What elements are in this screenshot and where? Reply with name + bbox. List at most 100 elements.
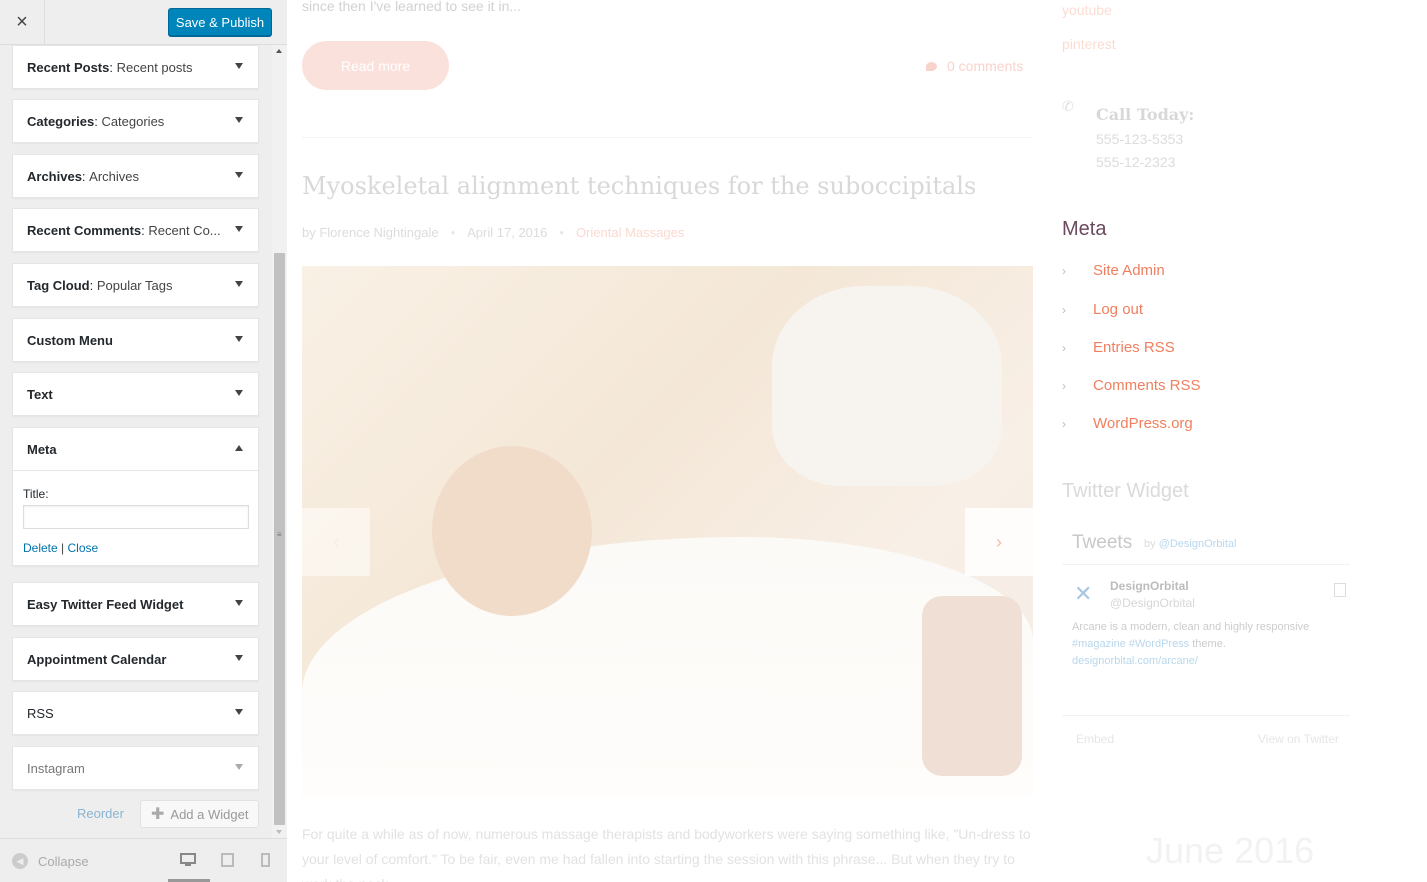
widget-rss[interactable]: RSS — [12, 691, 259, 735]
tweets-by: by @DesignOrbital — [1144, 538, 1237, 550]
widget-name: Instagram — [27, 760, 85, 776]
tweets-handle-link[interactable]: @DesignOrbital — [1159, 538, 1237, 550]
slider-next-icon[interactable]: › — [965, 508, 1033, 576]
chevron-right-icon: › — [1062, 340, 1066, 355]
widget-appointment-calendar[interactable]: Appointment Calendar — [12, 637, 259, 681]
close-link[interactable]: Close — [68, 541, 99, 555]
slider-prev-icon[interactable]: ‹ — [302, 508, 370, 576]
widget-text[interactable]: Text — [12, 372, 259, 416]
add-widget-label: Add a Widget — [170, 806, 249, 822]
tweet-author-name[interactable]: DesignOrbital — [1110, 579, 1189, 593]
meta-link-wordpress-org[interactable]: › WordPress.org — [1062, 415, 1193, 432]
tweet-card: ✕ DesignOrbital @DesignOrbital Arcane is… — [1062, 564, 1350, 716]
twitter-widget-heading: Twitter Widget — [1062, 480, 1189, 502]
twitter-timeline: Tweets by @DesignOrbital ✕ DesignOrbital… — [1062, 520, 1350, 750]
comments-link[interactable]: 0 comments — [926, 58, 1023, 74]
widget-tag-cloud[interactable]: Tag Cloud: Popular Tags — [12, 263, 259, 307]
scroll-down-arrow-icon[interactable] — [276, 830, 282, 834]
widget-custom-menu[interactable]: Custom Menu — [12, 318, 259, 362]
meta-link-site-admin[interactable]: › Site Admin — [1062, 262, 1165, 279]
widget-categories[interactable]: Categories: Categories — [12, 99, 259, 143]
separator: | — [61, 541, 65, 555]
meta-separator: • — [559, 225, 564, 240]
desktop-preview-icon[interactable] — [180, 853, 196, 870]
meta-widget-form: Title: Delete | Close — [13, 470, 258, 565]
title-label: Title: — [23, 487, 49, 501]
grip-icon: ≡ — [277, 530, 282, 539]
scroll-up-arrow-icon[interactable] — [276, 49, 282, 53]
phone-icon: ✆ — [1062, 98, 1074, 114]
widget-name: Recent Posts — [27, 59, 110, 75]
widget-title: Popular Tags — [96, 277, 173, 293]
expand-arrow-icon[interactable] — [235, 63, 243, 69]
delete-link[interactable]: Delete — [23, 541, 58, 555]
widget-instagram[interactable]: Instagram — [12, 746, 259, 790]
widget-meta-expanded[interactable]: Meta Title: Delete | Close — [12, 427, 259, 566]
widget-easy-twitter-feed[interactable]: Easy Twitter Feed Widget — [12, 582, 259, 626]
scroll-thumb[interactable]: ≡ — [274, 253, 285, 825]
expand-arrow-icon[interactable] — [235, 117, 243, 123]
designorbital-logo-icon: ✕ — [1074, 581, 1093, 606]
meta-link-log-out[interactable]: › Log out — [1062, 301, 1143, 318]
post-divider — [302, 137, 1033, 138]
save-publish-button[interactable]: Save & Publish — [168, 8, 272, 36]
post-category[interactable]: Oriental Massages — [576, 225, 684, 240]
widget-recent-comments[interactable]: Recent Comments: Recent Co... — [12, 208, 259, 252]
collapse-arrow-icon[interactable] — [235, 445, 243, 451]
widget-area-actions: Reorder ✚ Add a Widget — [0, 800, 272, 830]
tablet-preview-icon[interactable] — [221, 853, 234, 870]
expand-arrow-icon[interactable] — [235, 172, 243, 178]
sidebar-scrollbar[interactable]: ≡ — [272, 45, 287, 838]
social-link-pinterest[interactable]: pinterest — [1062, 36, 1116, 52]
expand-arrow-icon[interactable] — [235, 764, 243, 770]
widget-name: Text — [27, 386, 53, 402]
post-featured-image: ‹ › — [302, 266, 1033, 797]
expand-arrow-icon[interactable] — [235, 390, 243, 396]
expand-arrow-icon[interactable] — [235, 709, 243, 715]
social-link-youtube[interactable]: youtube — [1062, 2, 1112, 18]
expand-arrow-icon[interactable] — [235, 281, 243, 287]
add-widget-button[interactable]: ✚ Add a Widget — [140, 800, 259, 828]
read-more-button[interactable]: Read more — [302, 41, 449, 90]
call-today-heading: Call Today: — [1096, 105, 1195, 124]
collapse-label: Collapse — [38, 853, 89, 869]
post-author[interactable]: by Florence Nightingale — [302, 225, 439, 240]
chevron-right-icon: › — [1062, 263, 1066, 278]
meta-link-entries-rss[interactable]: › Entries RSS — [1062, 339, 1175, 356]
collapse-icon: ◀ — [12, 853, 28, 869]
reorder-link[interactable]: Reorder — [77, 806, 124, 821]
close-customizer-button[interactable]: × — [0, 0, 45, 45]
expand-arrow-icon[interactable] — [235, 655, 243, 661]
embed-link[interactable]: Embed — [1076, 732, 1114, 746]
widget-archives[interactable]: Archives: Archives — [12, 154, 259, 198]
widget-name: Recent Comments — [27, 222, 142, 238]
widget-name: Meta — [27, 441, 57, 457]
comment-bubble-icon — [926, 61, 937, 71]
meta-link-comments-rss[interactable]: › Comments RSS — [1062, 377, 1201, 394]
chevron-right-icon: › — [1062, 302, 1066, 317]
meta-widget-heading: Meta — [1062, 218, 1107, 240]
tweet-scrollbar[interactable] — [1334, 583, 1346, 597]
widget-recent-posts[interactable]: Recent Posts: Recent posts — [12, 45, 259, 89]
expand-arrow-icon[interactable] — [235, 336, 243, 342]
expand-arrow-icon[interactable] — [235, 600, 243, 606]
widget-title: Recent Co... — [148, 222, 221, 238]
phone-number: 555-123-5353 — [1096, 131, 1184, 147]
post-title[interactable]: Myoskeletal alignment techniques for the… — [302, 172, 976, 200]
plus-icon: ✚ — [151, 806, 165, 823]
mobile-preview-icon[interactable] — [261, 853, 270, 870]
title-input[interactable] — [23, 505, 249, 529]
widget-name: Archives — [27, 168, 82, 184]
comments-count: 0 comments — [947, 58, 1024, 74]
collapse-button[interactable]: ◀ Collapse — [12, 853, 89, 869]
customizer-sidebar: × Save & Publish Recent Posts: Recent po… — [0, 0, 287, 882]
site-preview: since then I've learned to see it in... … — [288, 0, 1427, 882]
widget-name: Tag Cloud — [27, 277, 90, 293]
phone-number: 555-12-2323 — [1096, 154, 1176, 170]
customizer-footer: ◀ Collapse — [0, 838, 287, 882]
tweet-author-handle[interactable]: @DesignOrbital — [1110, 596, 1195, 610]
post-date[interactable]: April 17, 2016 — [467, 225, 547, 240]
view-on-twitter-link[interactable]: View on Twitter — [1258, 732, 1339, 746]
expand-arrow-icon[interactable] — [235, 226, 243, 232]
chevron-right-icon: › — [1062, 416, 1066, 431]
